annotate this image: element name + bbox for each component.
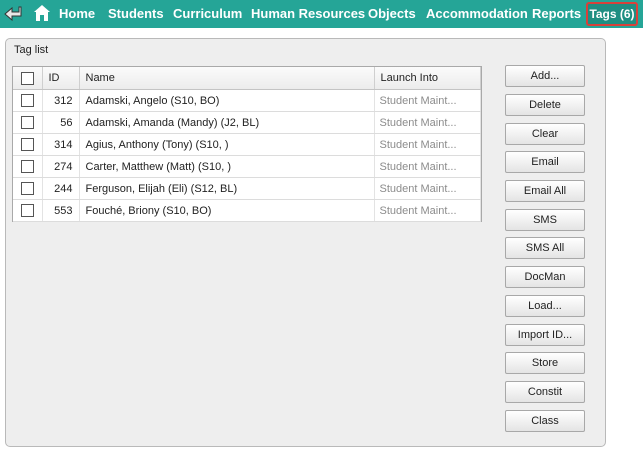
table-row[interactable]: 56 Adamski, Amanda (Mandy) (J2, BL) Stud… — [13, 111, 481, 134]
row-select-cell — [13, 199, 43, 222]
row-select-cell — [13, 177, 43, 200]
row-checkbox[interactable] — [20, 204, 34, 217]
row-name[interactable]: Carter, Matthew (Matt) (S10, ) — [79, 155, 375, 178]
nav-item-home[interactable]: Home — [59, 0, 95, 28]
row-id: 274 — [42, 155, 80, 178]
row-id: 312 — [42, 89, 80, 112]
table-header-row: ID Name Launch Into — [13, 67, 481, 90]
panel-title: Tag list — [14, 44, 49, 56]
row-name[interactable]: Fouché, Briony (S10, BO) — [79, 199, 375, 222]
tag-list-table: ID Name Launch Into 312 Adamski, Angelo … — [12, 66, 482, 222]
nav-item-accommodation[interactable]: Accommodation — [426, 0, 528, 28]
constit-button[interactable]: Constit — [505, 381, 585, 403]
delete-button[interactable]: Delete — [505, 94, 585, 116]
table-row[interactable]: 244 Ferguson, Elijah (Eli) (S12, BL) Stu… — [13, 177, 481, 200]
sms-all-button[interactable]: SMS All — [505, 237, 585, 259]
nav-item-tags[interactable]: Tags (6) — [586, 2, 638, 26]
table-row[interactable]: 314 Agius, Anthony (Tony) (S10, ) Studen… — [13, 133, 481, 156]
row-checkbox[interactable] — [20, 138, 34, 151]
row-checkbox[interactable] — [20, 94, 34, 107]
row-launch-into[interactable]: Student Maint... — [374, 199, 481, 222]
tags-label: Tags (6) — [589, 7, 635, 21]
row-id: 553 — [42, 199, 80, 222]
row-launch-into[interactable]: Student Maint... — [374, 155, 481, 178]
row-name[interactable]: Adamski, Amanda (Mandy) (J2, BL) — [79, 111, 375, 134]
home-icon[interactable] — [33, 4, 51, 22]
row-launch-into[interactable]: Student Maint... — [374, 89, 481, 112]
row-name[interactable]: Ferguson, Elijah (Eli) (S12, BL) — [79, 177, 375, 200]
row-checkbox[interactable] — [20, 182, 34, 195]
column-header-launch-into[interactable]: Launch Into — [374, 67, 481, 90]
row-select-cell — [13, 89, 43, 112]
row-name[interactable]: Agius, Anthony (Tony) (S10, ) — [79, 133, 375, 156]
clear-button[interactable]: Clear — [505, 123, 585, 145]
nav-item-human-resources[interactable]: Human Resources — [251, 0, 365, 28]
row-checkbox[interactable] — [20, 160, 34, 173]
column-header-name[interactable]: Name — [79, 67, 375, 90]
top-nav-bar: Home Students Curriculum Human Resources… — [0, 0, 643, 28]
docman-button[interactable]: DocMan — [505, 266, 585, 288]
table-row[interactable]: 553 Fouché, Briony (S10, BO) Student Mai… — [13, 199, 481, 222]
row-id: 314 — [42, 133, 80, 156]
row-select-cell — [13, 155, 43, 178]
sms-button[interactable]: SMS — [505, 209, 585, 231]
nav-item-objects[interactable]: Objects — [368, 0, 416, 28]
select-all-header — [13, 67, 43, 90]
row-checkbox[interactable] — [20, 116, 34, 129]
table-row[interactable]: 274 Carter, Matthew (Matt) (S10, ) Stude… — [13, 155, 481, 178]
row-select-cell — [13, 133, 43, 156]
store-button[interactable]: Store — [505, 352, 585, 374]
nav-item-reports[interactable]: Reports — [532, 0, 581, 28]
table-row[interactable]: 312 Adamski, Angelo (S10, BO) Student Ma… — [13, 89, 481, 112]
row-id: 244 — [42, 177, 80, 200]
row-select-cell — [13, 111, 43, 134]
email-all-button[interactable]: Email All — [505, 180, 585, 202]
select-all-checkbox[interactable] — [20, 71, 34, 85]
load-button[interactable]: Load... — [505, 295, 585, 317]
back-arrow-icon[interactable] — [2, 3, 24, 25]
row-launch-into[interactable]: Student Maint... — [374, 111, 481, 134]
column-header-id[interactable]: ID — [42, 67, 80, 90]
row-launch-into[interactable]: Student Maint... — [374, 133, 481, 156]
class-button[interactable]: Class — [505, 410, 585, 432]
row-id: 56 — [42, 111, 80, 134]
import-id-button[interactable]: Import ID... — [505, 324, 585, 346]
email-button[interactable]: Email — [505, 151, 585, 173]
add-button[interactable]: Add... — [505, 65, 585, 87]
nav-item-students[interactable]: Students — [108, 0, 164, 28]
nav-item-curriculum[interactable]: Curriculum — [173, 0, 242, 28]
row-name[interactable]: Adamski, Angelo (S10, BO) — [79, 89, 375, 112]
row-launch-into[interactable]: Student Maint... — [374, 177, 481, 200]
